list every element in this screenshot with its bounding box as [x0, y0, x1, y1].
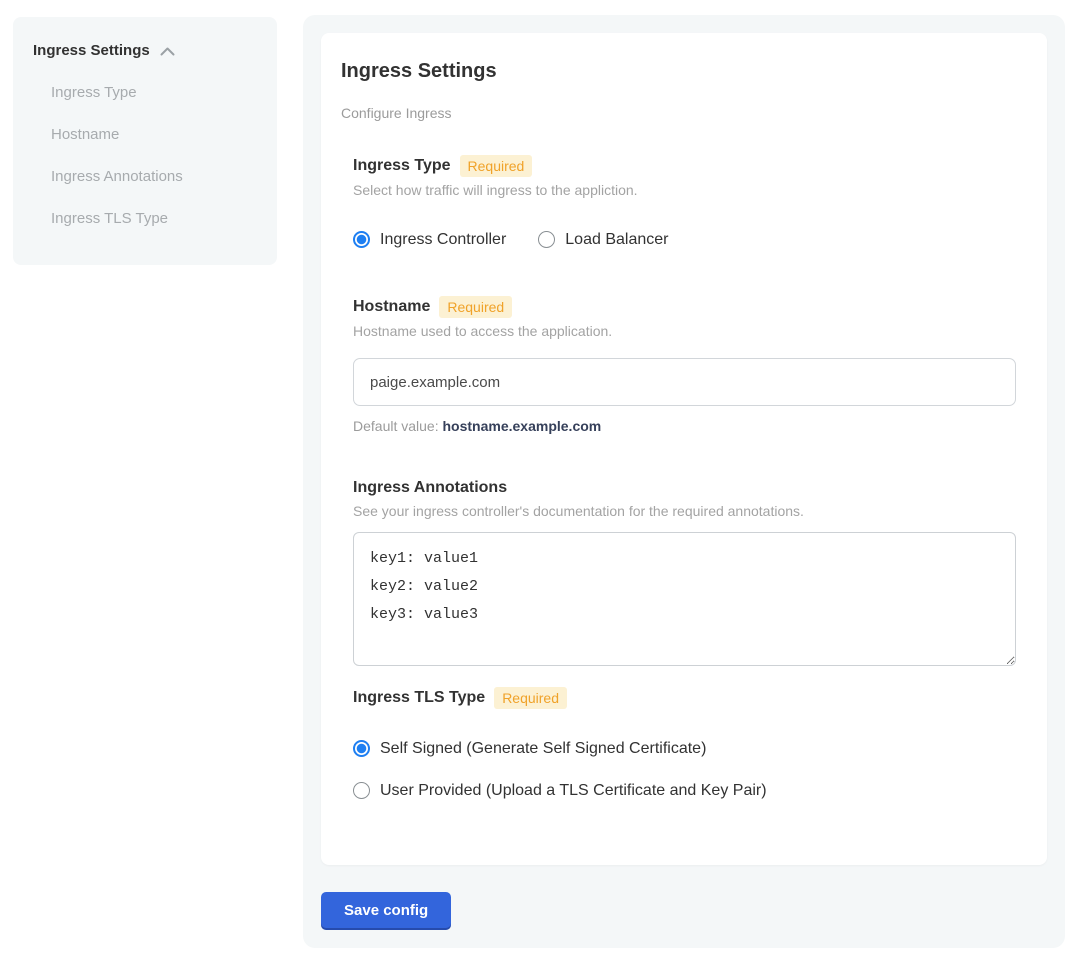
- load-balancer-radio[interactable]: [538, 231, 555, 248]
- default-value: hostname.example.com: [443, 418, 602, 434]
- field-help-ingress-type: Select how traffic will ingress to the a…: [353, 181, 1017, 199]
- chevron-up-icon: [160, 47, 175, 56]
- field-ingress-tls-type: Ingress TLS Type Required Self Signed (G…: [353, 687, 1017, 801]
- field-label-ingress-annotations: Ingress Annotations: [353, 478, 507, 498]
- field-ingress-type: Ingress Type Required Select how traffic…: [353, 155, 1017, 250]
- field-label-ingress-tls-type: Ingress TLS Type: [353, 688, 485, 708]
- sidebar-item-list: Ingress Type Hostname Ingress Annotation…: [33, 83, 257, 229]
- default-value-line: Default value: hostname.example.com: [353, 417, 1017, 435]
- config-nav-sidebar: Ingress Settings Ingress Type Hostname I…: [13, 17, 277, 265]
- field-header: Ingress Annotations: [353, 478, 1017, 498]
- field-header: Ingress Type Required: [353, 155, 1017, 177]
- sidebar-item-hostname[interactable]: Hostname: [51, 125, 257, 145]
- radio-option-user-provided[interactable]: User Provided (Upload a TLS Certificate …: [353, 780, 1017, 801]
- sidebar-group-ingress-settings[interactable]: Ingress Settings: [33, 41, 257, 61]
- ingress-tls-type-radio-group: Self Signed (Generate Self Signed Certif…: [353, 738, 1017, 801]
- ingress-type-radio-group: Ingress Controller Load Balancer: [353, 229, 1017, 250]
- sidebar-item-ingress-tls-type[interactable]: Ingress TLS Type: [51, 209, 257, 229]
- radio-label-user-provided: User Provided (Upload a TLS Certificate …: [380, 780, 767, 801]
- page-title: Ingress Settings: [341, 59, 1017, 83]
- user-provided-radio[interactable]: [353, 782, 370, 799]
- self-signed-radio[interactable]: [353, 740, 370, 757]
- radio-label-load-balancer: Load Balancer: [565, 229, 668, 250]
- save-config-button[interactable]: Save config: [321, 892, 451, 930]
- ingress-controller-radio[interactable]: [353, 231, 370, 248]
- radio-option-ingress-controller[interactable]: Ingress Controller: [353, 229, 506, 250]
- radio-label-ingress-controller: Ingress Controller: [380, 229, 506, 250]
- field-help-ingress-annotations: See your ingress controller's documentat…: [353, 502, 1017, 520]
- field-ingress-annotations: Ingress Annotations See your ingress con…: [353, 478, 1017, 666]
- default-value-prefix: Default value:: [353, 418, 443, 434]
- field-header: Ingress TLS Type Required: [353, 687, 1017, 709]
- required-badge: Required: [439, 296, 512, 318]
- sidebar-item-ingress-type[interactable]: Ingress Type: [51, 83, 257, 103]
- field-help-hostname: Hostname used to access the application.: [353, 322, 1017, 340]
- ingress-annotations-textarea[interactable]: key1: value1 key2: value2 key3: value3: [353, 532, 1016, 666]
- field-hostname: Hostname Required Hostname used to acces…: [353, 296, 1017, 435]
- config-area: Ingress Settings Configure Ingress Ingre…: [303, 15, 1065, 948]
- field-header: Hostname Required: [353, 296, 1017, 318]
- config-card: Ingress Settings Configure Ingress Ingre…: [321, 33, 1047, 865]
- required-badge: Required: [494, 687, 567, 709]
- required-badge: Required: [460, 155, 533, 177]
- sidebar-group-title: Ingress Settings: [33, 41, 150, 61]
- field-label-hostname: Hostname: [353, 297, 430, 317]
- field-label-ingress-type: Ingress Type: [353, 156, 451, 176]
- page-subtitle: Configure Ingress: [341, 104, 1017, 122]
- radio-option-load-balancer[interactable]: Load Balancer: [538, 229, 668, 250]
- radio-option-self-signed[interactable]: Self Signed (Generate Self Signed Certif…: [353, 738, 1017, 759]
- radio-label-self-signed: Self Signed (Generate Self Signed Certif…: [380, 738, 706, 759]
- hostname-input[interactable]: [353, 358, 1016, 406]
- sidebar-item-ingress-annotations[interactable]: Ingress Annotations: [51, 167, 257, 187]
